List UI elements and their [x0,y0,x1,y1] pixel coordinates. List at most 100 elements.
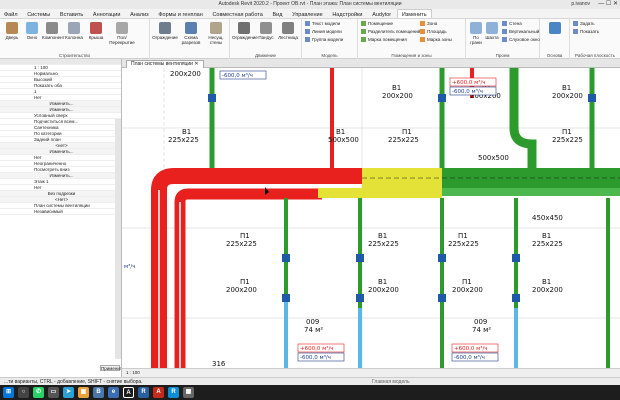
app-icon[interactable]: A [123,387,134,398]
duct-size-label: 200x200 [532,286,563,294]
edge-icon[interactable]: e [108,387,119,398]
level-tool[interactable] [545,22,565,35]
airflow-tag[interactable]: +600,0 м³/ч [297,343,345,353]
by-face-tool[interactable]: По грани [468,22,484,45]
diffuser[interactable] [512,254,520,262]
menu-analyze[interactable]: Анализ [126,10,153,18]
drawing-canvas[interactable]: 200x200 В1 200x200 В1 200x200 В1 200x200… [122,68,620,369]
dormer-tool[interactable]: Слуховое окно [502,37,540,42]
airflow-tag[interactable]: +600,0 м³/ч [449,77,497,87]
ventilation-plan-drawing[interactable]: 200x200 В1 200x200 В1 200x200 В1 200x200… [122,68,620,369]
railing-system-tool[interactable]: Ограждение [152,22,178,40]
shaft-tool[interactable]: Шахта [484,22,500,40]
room-tag-tool[interactable]: Марка помещения [361,37,407,42]
menu-addins[interactable]: Надстройки [328,10,366,18]
airflow-tag[interactable]: -600,0 м³/ч [219,70,267,80]
roof-tool[interactable]: Крыша [86,22,106,40]
diffuser[interactable] [282,254,290,262]
property-row[interactable]: Независимый [0,209,121,215]
diffuser[interactable] [356,294,364,302]
menu-audytor[interactable]: Audytor [368,10,395,18]
area-icon [420,29,425,34]
search-icon[interactable]: ○ [18,387,29,398]
zone-tag-tool[interactable]: Марка зоны [420,37,452,42]
diffuser[interactable] [438,94,446,102]
menu-insert[interactable]: Вставить [56,10,87,18]
menu-view[interactable]: Вид [268,10,286,18]
property-value[interactable]: Изменить... [49,173,73,178]
diffuser[interactable] [588,94,596,102]
property-value[interactable]: <Нет> [55,197,68,202]
model-line-tool[interactable]: Линия модели [305,29,342,34]
apply-button[interactable]: Применить [100,365,121,371]
duct-size-label: 225x225 [552,136,583,144]
section-scheme-tool[interactable]: Схема разрезов [178,22,204,45]
supply-duct-main[interactable] [151,168,362,369]
door-tool[interactable]: Дверь [2,22,22,40]
exhaust-riser[interactable] [509,68,537,168]
supply-duct-secondary[interactable] [174,188,322,369]
telegram-icon[interactable]: ➤ [63,387,74,398]
floor-tool[interactable]: Пол/Перекрытие [108,22,136,45]
diffuser[interactable] [438,254,446,262]
property-value[interactable]: <нет> [55,143,67,148]
show-workplane-tool[interactable]: Показать [573,29,599,34]
menu-collaborate[interactable]: Совместная работа [208,10,266,18]
airflow-tag[interactable]: +600,0 м³/ч [451,343,499,353]
model-text-tool[interactable]: Текст модели [305,21,340,26]
show-workplane-icon [573,29,578,34]
menu-manage[interactable]: Управление [288,10,327,18]
diffuser[interactable] [512,294,520,302]
diffuser[interactable] [438,294,446,302]
airflow-tag[interactable]: -600,0 м³/ч [451,352,499,362]
menu-systems[interactable]: Системы [23,10,54,18]
view-scale[interactable]: 1 : 100 [126,370,140,375]
start-icon[interactable]: ⊞ [3,387,14,398]
diffuser[interactable] [356,254,364,262]
property-value[interactable]: Без подрезки [48,191,76,196]
revit-icon[interactable]: R [138,387,149,398]
acrobat-icon[interactable]: A [153,387,164,398]
transition-duct-lower[interactable] [318,188,442,198]
model-group-tool[interactable]: Группа модели [305,37,343,42]
zone-tool[interactable]: Зона [420,21,437,26]
wall-opening-tool[interactable]: Стена [502,21,522,26]
revit-active-icon[interactable]: R [168,387,179,398]
menu-modify[interactable]: Изменить [396,9,432,18]
exhaust-duct-lower[interactable] [442,188,620,196]
menu-massing[interactable]: Формы и генплан [154,10,206,18]
column-tool[interactable]: Колонна [64,22,84,40]
ribbon-group-datum: Основа [540,19,570,59]
room-tool[interactable]: Помещение [361,21,393,26]
room-separator-tool[interactable]: Разделитель помещений [361,29,420,34]
ramp-tool[interactable]: Пандус [256,22,276,40]
window-switch-icon[interactable]: ▭ [48,387,59,398]
whatsapp-icon[interactable]: ✆ [33,387,44,398]
property-value[interactable]: Изменить... [49,149,73,154]
diffuser[interactable] [208,94,216,102]
menu-file[interactable]: Файл [0,10,22,18]
folder-icon[interactable]: ▣ [78,387,89,398]
vk-icon[interactable]: В [93,387,104,398]
properties-scrollbar[interactable] [115,119,121,359]
bearing-walls-tool[interactable]: Несущ. стены [204,22,228,45]
diffuser[interactable] [282,294,290,302]
calculator-icon[interactable]: ▦ [183,387,194,398]
stair-tool[interactable]: Лестница [276,22,300,40]
property-value[interactable]: Изменить... [49,101,73,106]
railing-tool[interactable]: Ограждение [232,22,258,40]
airflow-tag[interactable]: -600,0 м³/ч [297,352,345,362]
airflow-tag[interactable]: -600,0 м³/ч [449,86,497,96]
menu-annotate[interactable]: Аннотации [89,10,125,18]
property-value[interactable]: Независимый [34,209,63,214]
component-tool[interactable]: Компонент [42,22,65,40]
set-workplane-tool[interactable]: Задать [573,21,595,26]
window-tool[interactable]: Окно [22,22,42,40]
tab-ventilation-plan[interactable]: План системы вентиляции ✕ [126,60,204,68]
vertical-opening-tool[interactable]: Вертикальный [502,29,539,34]
area-tool[interactable]: Площадь [420,29,447,34]
window-controls[interactable]: — ☐ ✕ [598,0,618,7]
user-name[interactable]: p.ivanov [571,1,590,7]
property-value[interactable]: Изменить... [49,107,73,112]
ribbon-group-movement: Ограждение Пандус Лестница Движение [230,19,302,59]
